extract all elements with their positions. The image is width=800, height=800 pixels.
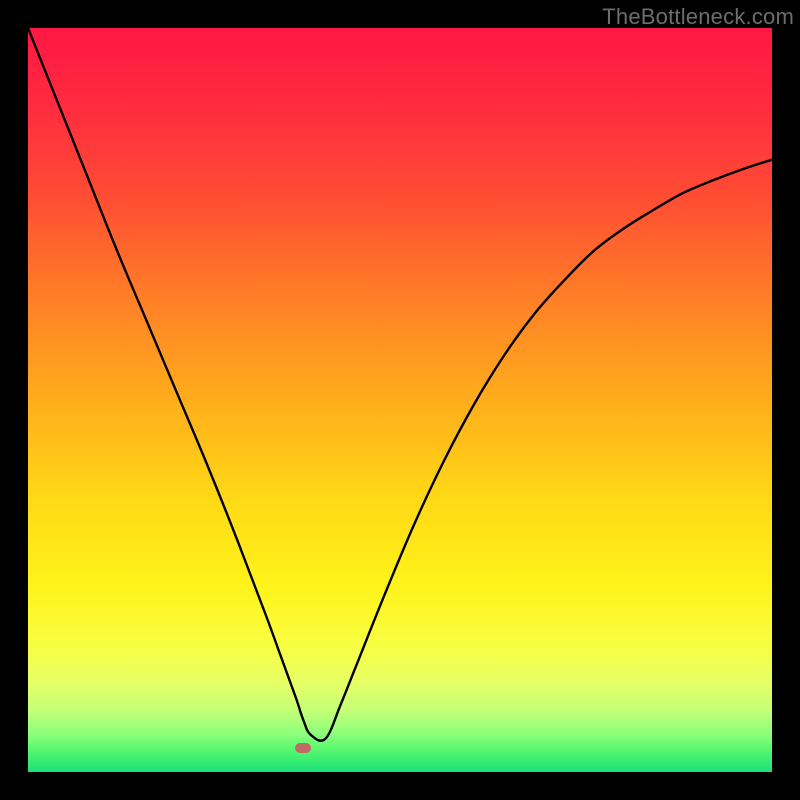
minimum-marker bbox=[295, 743, 311, 753]
chart-frame: TheBottleneck.com bbox=[0, 0, 800, 800]
watermark-text: TheBottleneck.com bbox=[602, 4, 794, 30]
curve-layer bbox=[28, 28, 772, 772]
plot-area bbox=[28, 28, 772, 772]
curve-path bbox=[28, 28, 772, 741]
